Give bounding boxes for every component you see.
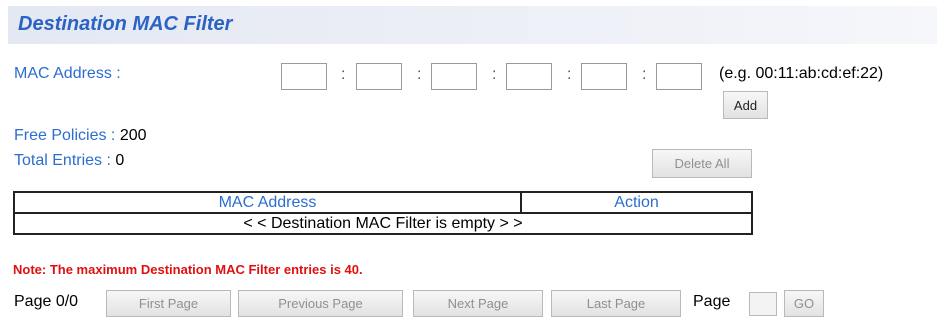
mac-separator: : bbox=[417, 66, 422, 83]
column-header-mac-address: MAC Address bbox=[13, 191, 522, 214]
mac-address-label: MAC Address : bbox=[14, 65, 121, 82]
mac-octet-2-input[interactable] bbox=[356, 63, 402, 90]
add-button[interactable]: Add bbox=[723, 91, 768, 119]
page-title: Destination MAC Filter bbox=[18, 13, 233, 35]
page-jump-label: Page bbox=[693, 293, 731, 310]
go-button[interactable]: GO bbox=[784, 290, 824, 317]
free-policies-value: 200 bbox=[119, 127, 147, 144]
mac-separator: : bbox=[341, 66, 346, 83]
free-policies: Free Policies : 200 bbox=[14, 127, 147, 145]
mac-octet-4-input[interactable] bbox=[506, 63, 552, 90]
mac-separator: : bbox=[492, 66, 497, 83]
mac-separator: : bbox=[567, 66, 572, 83]
total-entries: Total Entries : 0 bbox=[14, 152, 124, 170]
total-entries-label: Total Entries : bbox=[14, 152, 111, 169]
previous-page-button[interactable]: Previous Page bbox=[238, 290, 403, 317]
total-entries-value: 0 bbox=[115, 152, 125, 169]
last-page-button[interactable]: Last Page bbox=[551, 290, 681, 317]
delete-all-button[interactable]: Delete All bbox=[652, 149, 752, 178]
table-header-row: MAC Address Action bbox=[13, 191, 753, 214]
table-row: < < Destination MAC Filter is empty > > bbox=[13, 212, 753, 235]
mac-octet-6-input[interactable] bbox=[656, 63, 702, 90]
page-number-input[interactable] bbox=[749, 292, 777, 316]
column-header-action: Action bbox=[520, 191, 753, 214]
max-entries-note: Note: The maximum Destination MAC Filter… bbox=[13, 262, 363, 277]
page-status: Page 0/0 bbox=[14, 293, 79, 310]
mac-filter-table: MAC Address Action < < Destination MAC F… bbox=[13, 191, 753, 235]
free-policies-label: Free Policies : bbox=[14, 127, 116, 144]
empty-table-message: < < Destination MAC Filter is empty > > bbox=[13, 212, 753, 235]
mac-octet-1-input[interactable] bbox=[281, 63, 327, 90]
mac-example-hint: (e.g. 00:11:ab:cd:ef:22) bbox=[719, 65, 884, 82]
first-page-button[interactable]: First Page bbox=[106, 290, 231, 317]
next-page-button[interactable]: Next Page bbox=[413, 290, 543, 317]
mac-separator: : bbox=[642, 66, 647, 83]
mac-octet-5-input[interactable] bbox=[581, 63, 627, 90]
mac-octet-3-input[interactable] bbox=[431, 63, 477, 90]
